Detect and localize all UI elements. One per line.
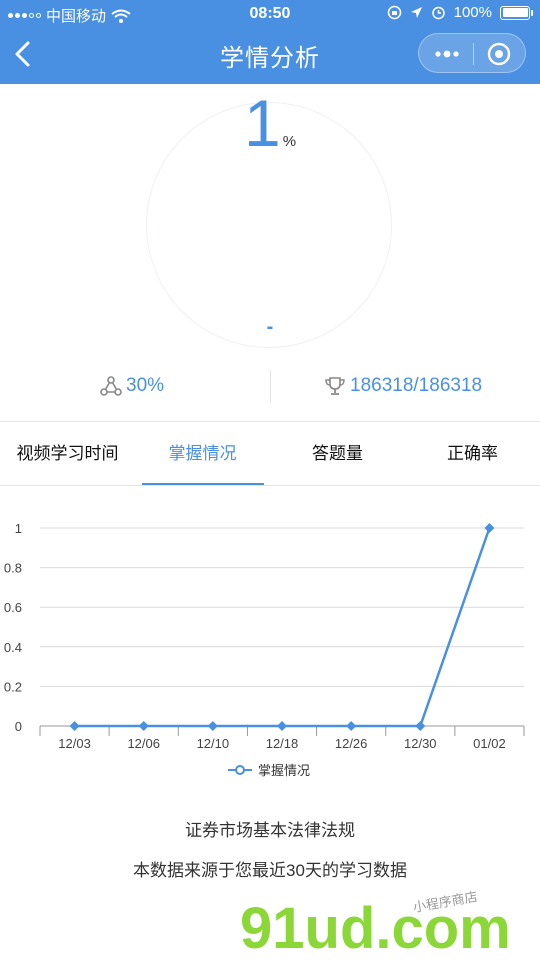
orientation-lock-icon (387, 5, 401, 20)
tab-mastery[interactable]: 掌握情况 (135, 422, 270, 486)
location-icon (410, 7, 422, 18)
data-source-note: 本数据来源于您最近30天的学习数据 (133, 861, 407, 880)
battery-percent: 100% (453, 4, 492, 21)
stats-row: 30% 186318/186318 (0, 366, 540, 406)
trophy-icon (325, 377, 345, 395)
tab-accuracy[interactable]: 正确率 (405, 422, 540, 486)
x-tick-label: 12/03 (58, 736, 91, 751)
rank-stat: 186318/186318 (324, 366, 482, 406)
more-icon[interactable] (429, 34, 465, 74)
y-tick-label: 0.6 (4, 600, 22, 615)
y-tick-label: 0.4 (4, 640, 22, 655)
mini-program-capsule (418, 33, 526, 73)
data-point (207, 721, 218, 731)
mastery-score-unit: % (282, 133, 297, 150)
y-tick-label: 0.2 (4, 679, 22, 694)
status-right: 100% (387, 4, 533, 21)
site-watermark: 91ud.com 小程序商店 (240, 890, 511, 956)
subject-name: 证券市场基本法律法规 (185, 821, 355, 840)
network-icon (100, 376, 122, 396)
legend-label: 掌握情况 (258, 764, 310, 779)
mastery-score: 1% (0, 90, 540, 156)
series-line (74, 527, 491, 728)
x-tick-label: 01/02 (473, 736, 506, 751)
data-point (484, 523, 495, 533)
y-tick-label: 1 (15, 521, 22, 536)
alarm-icon (431, 6, 445, 20)
x-tick-label: 12/10 (197, 736, 230, 751)
mastery-score-value: 1 (243, 86, 281, 160)
y-tick-label: 0 (15, 719, 22, 734)
x-tick-label: 12/06 (127, 736, 160, 751)
data-point (346, 721, 357, 731)
active-tab-indicator (142, 483, 264, 485)
header-bar: 中国移动 08:50 100% 学情分析 (0, 0, 540, 84)
status-bar: 中国移动 08:50 100% (0, 0, 540, 28)
x-tick-label: 12/26 (335, 736, 368, 751)
y-tick-label: 0.8 (4, 561, 22, 576)
data-point (69, 721, 80, 731)
mastery-line-chart: 0 0.2 0.4 0.6 0.8 1 12/03 12/06 12/10 12/18 12/26 1… (4, 521, 525, 779)
stats-divider (270, 370, 271, 402)
x-tick-label: 12/18 (266, 736, 299, 751)
screen: 中国移动 08:50 100% 学情分析 1 % - 30% 186318/18… (0, 0, 540, 960)
tab-bar: 视频学习时间 掌握情况 答题量 正确率 (0, 422, 540, 486)
data-point (415, 721, 426, 731)
capsule-divider (473, 43, 474, 65)
x-tick-label: 12/30 (404, 736, 437, 751)
close-mini-program-icon[interactable] (481, 34, 517, 74)
tab-question-count[interactable]: 答题量 (270, 422, 405, 486)
ratio-stat: 30% (100, 366, 164, 406)
data-point (277, 721, 287, 731)
score-subtext: - (266, 316, 274, 338)
tab-video-time[interactable]: 视频学习时间 (0, 422, 135, 486)
battery-icon (500, 5, 533, 20)
rank-value: 186318/186318 (350, 375, 483, 396)
data-point (138, 721, 149, 731)
legend-marker (235, 765, 245, 775)
ratio-value: 30% (126, 375, 165, 396)
